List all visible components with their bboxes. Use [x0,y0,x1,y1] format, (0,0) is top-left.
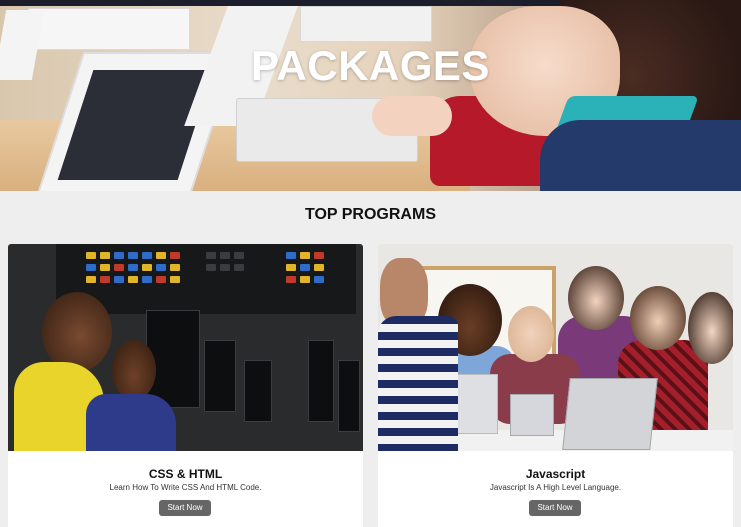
led [170,252,180,259]
card-image-javascript [378,244,733,451]
monitor [244,360,272,422]
monitor [338,360,360,432]
led [170,276,180,283]
teacher-head [568,266,624,330]
card-image-css-html [8,244,363,451]
monitor [204,340,236,412]
led [114,276,124,283]
led [114,264,124,271]
led [86,276,96,283]
student-head [508,306,554,362]
child-head [42,292,112,372]
student-striped-shirt [378,316,458,451]
led [234,264,244,271]
led [286,264,296,271]
led [314,252,324,259]
led [86,252,96,259]
led [314,264,324,271]
led [170,264,180,271]
led [300,252,310,259]
laptop [562,378,658,450]
program-card-javascript: Javascript Javascript Is A High Level La… [378,244,733,527]
led [142,276,152,283]
led [86,264,96,271]
led [128,276,138,283]
led [206,252,216,259]
card-title: CSS & HTML [148,467,223,481]
led [114,252,124,259]
hero-title: PACKAGES [251,42,490,89]
led [314,276,324,283]
led [156,264,166,271]
card-description: Learn How To Write CSS And HTML Code. [109,483,262,492]
led [142,264,152,271]
start-now-button-javascript[interactable]: Start Now [529,500,581,516]
hero-hand [372,96,452,136]
led [156,276,166,283]
hero-laptop-back-center [300,6,432,42]
led [156,252,166,259]
led [220,264,230,271]
led [286,276,296,283]
page: PACKAGES TOP PROGRAMS CSS & HTML Learn H… [0,0,741,527]
led [300,276,310,283]
hero-girl-sweater [540,120,741,191]
led [128,264,138,271]
child-shirt [86,394,176,451]
led [100,276,110,283]
led [142,252,152,259]
start-now-button-css-html[interactable]: Start Now [159,500,211,516]
led [206,264,216,271]
monitor [308,340,334,422]
led [286,252,296,259]
hero-banner: PACKAGES [0,0,741,191]
child-head [112,340,156,400]
card-title: Javascript [525,467,586,481]
led [128,252,138,259]
led [100,264,110,271]
led [300,264,310,271]
section-title: TOP PROGRAMS [305,206,436,223]
student-head [630,286,686,350]
tablet [510,394,554,436]
card-description: Javascript Is A High Level Language. [489,483,622,492]
led [220,252,230,259]
program-card-css-html: CSS & HTML Learn How To Write CSS And HT… [8,244,363,527]
student-head [688,292,733,364]
led [234,252,244,259]
led [100,252,110,259]
